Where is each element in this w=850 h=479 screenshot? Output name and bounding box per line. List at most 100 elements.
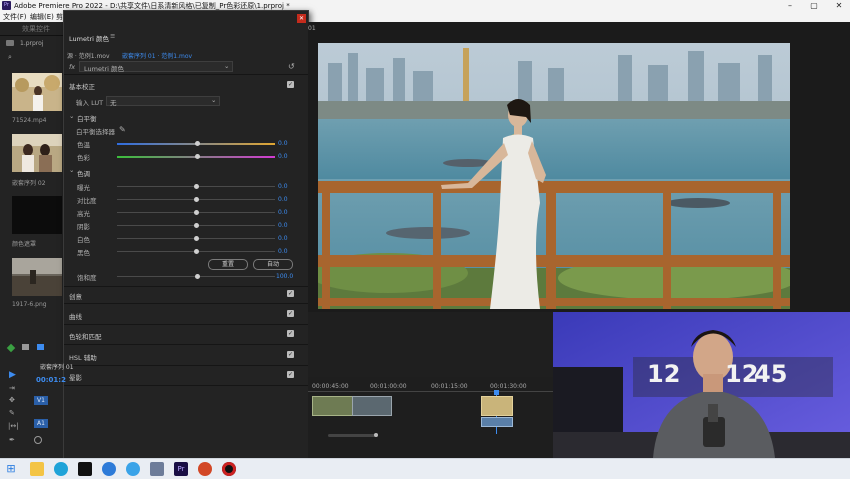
temperature-slider-handle[interactable] (195, 141, 200, 146)
clip-path[interactable]: 源 · 范例1.mov (67, 51, 110, 60)
auto-button[interactable]: 自动 (253, 259, 293, 270)
project-file-name[interactable]: 1.prproj (20, 40, 43, 47)
menu-edit[interactable]: 编辑(E) (30, 12, 54, 22)
timeline-timecode[interactable]: 00:01:2 (36, 376, 66, 384)
video-clip[interactable] (312, 396, 354, 416)
tone-slider-handle[interactable] (193, 197, 199, 202)
video-clip[interactable] (481, 396, 513, 416)
pencil-icon[interactable] (6, 343, 16, 353)
temperature-value[interactable]: 0.0 (278, 140, 288, 147)
maximize-button[interactable]: ▢ (801, 0, 827, 12)
slip-tool-icon[interactable]: |↔| (8, 422, 19, 430)
basic-correction-header[interactable]: 基本校正 (69, 81, 95, 91)
timeline-scrollbar[interactable] (328, 434, 378, 437)
divider (64, 286, 308, 287)
thumbnail-1917[interactable] (12, 258, 62, 296)
zoom-handle-icon[interactable] (34, 436, 42, 444)
tone-slider-handle[interactable] (193, 249, 199, 254)
panel-header[interactable]: 效果控件 (22, 24, 50, 34)
scrollbar-handle[interactable] (374, 433, 378, 437)
tone-slider-value[interactable]: 0.0 (278, 183, 288, 190)
tone-slider-value[interactable]: 0.0 (278, 248, 288, 255)
tone-slider-handle[interactable] (193, 223, 199, 228)
input-lut-value: 无 (110, 99, 117, 107)
video-frame[interactable] (318, 43, 790, 309)
tone-slider-value[interactable]: 0.0 (278, 209, 288, 216)
tone-slider-value[interactable]: 0.0 (278, 235, 288, 242)
thumbnail-nested-seq[interactable] (12, 134, 62, 172)
powerpoint-icon[interactable] (198, 462, 212, 476)
menu-clip[interactable]: 剪 (56, 12, 63, 22)
list-view-icon[interactable] (22, 344, 29, 350)
hsl-secondary-checkbox[interactable]: ✓ (287, 351, 294, 358)
track-select-icon[interactable]: ⇥ (9, 384, 15, 392)
webcam-overlay: 12 12 45 (553, 312, 850, 458)
folder-icon (6, 40, 14, 46)
effect-dropdown[interactable]: Lumetri 颜色 ⌄ (79, 61, 233, 73)
chevron-down-icon[interactable]: ⌄ (69, 112, 74, 120)
minimize-button[interactable]: – (777, 0, 803, 12)
vignette-checkbox[interactable]: ✓ (287, 371, 294, 378)
capcut-icon[interactable] (78, 462, 92, 476)
sequence-tab[interactable]: 嵌套序列 01 (40, 362, 74, 371)
curves-checkbox[interactable]: ✓ (287, 310, 294, 317)
sync-icon[interactable] (102, 462, 116, 476)
panel-menu-icon[interactable]: ≡ (110, 32, 115, 40)
fx-label[interactable]: fx (69, 63, 75, 71)
basic-correction-checkbox[interactable]: ✓ (287, 81, 294, 88)
ripple-edit-icon[interactable]: ✥ (9, 396, 15, 404)
file-explorer-icon[interactable] (30, 462, 44, 476)
chevron-down-icon[interactable]: ⌄ (69, 166, 74, 174)
input-lut-dropdown[interactable]: 无 ⌄ (106, 96, 220, 107)
audio-clip[interactable] (481, 417, 513, 427)
settings-icon[interactable] (126, 462, 140, 476)
tone-header[interactable]: 色调 (77, 168, 90, 178)
notepad-icon[interactable] (150, 462, 164, 476)
vignette-header[interactable]: 晕影 (69, 372, 82, 382)
color-wheels-checkbox[interactable]: ✓ (287, 330, 294, 337)
tint-slider-handle[interactable] (195, 154, 200, 159)
tone-slider-handle[interactable] (193, 184, 199, 189)
reset-effect-icon[interactable]: ↺ (288, 62, 295, 71)
track-a1-label[interactable]: A1 (34, 419, 48, 428)
panel-tab-title[interactable]: Lumetri 颜色 (69, 33, 109, 43)
saturation-value[interactable]: 100.0 (276, 273, 293, 280)
tone-slider-value[interactable]: 0.0 (278, 222, 288, 229)
tone-slider-label: 对比度 (77, 197, 97, 205)
sequence-path[interactable]: 嵌套序列 01 · 范例1.mov (122, 51, 192, 60)
saturation-slider-handle[interactable] (195, 274, 200, 279)
razor-tool-icon[interactable]: ✎ (9, 409, 15, 417)
creative-checkbox[interactable]: ✓ (287, 290, 294, 297)
pen-tool-icon[interactable]: ✒ (9, 436, 15, 444)
icon-view-icon[interactable] (37, 344, 44, 350)
tone-slider-handle[interactable] (193, 236, 199, 241)
reset-button[interactable]: 重置 (208, 259, 248, 270)
timeline-panel: 00:00:45:00 00:01:00:00 00:01:15:00 00:0… (308, 312, 553, 458)
track-v1-label[interactable]: V1 (34, 396, 48, 405)
selection-tool-icon[interactable]: ▶ (9, 370, 16, 380)
tint-value[interactable]: 0.0 (278, 153, 288, 160)
edge-browser-icon[interactable] (54, 462, 68, 476)
wall-clock-hours: 12 (647, 360, 681, 388)
creative-header[interactable]: 创意 (69, 291, 82, 301)
eyedropper-icon[interactable]: ✎ (119, 125, 126, 134)
saturation-label: 饱和度 (77, 274, 97, 282)
search-icon[interactable]: ⌕ (8, 53, 12, 62)
hsl-secondary-header[interactable]: HSL 辅助 (69, 352, 97, 362)
thumbnail-color-matte[interactable] (12, 196, 62, 234)
chevron-down-icon: ⌄ (224, 62, 230, 70)
thumbnail-71524[interactable] (12, 73, 62, 111)
close-window-button[interactable]: ✕ (826, 0, 850, 12)
color-wheels-header[interactable]: 色轮和匹配 (69, 331, 102, 341)
windows-start-icon[interactable]: ⊞ (4, 462, 18, 476)
white-balance-header[interactable]: 白平衡 (77, 113, 97, 123)
tone-slider-handle[interactable] (193, 210, 199, 215)
premiere-icon[interactable]: Pr (174, 462, 188, 476)
record-icon[interactable] (222, 462, 236, 476)
menu-file[interactable]: 文件(F) (3, 12, 27, 22)
video-clip[interactable] (352, 396, 392, 416)
curves-header[interactable]: 曲线 (69, 311, 82, 321)
tools-panel: ▶ ⇥ ✥ ✎ |↔| ✒ (0, 358, 30, 458)
tone-slider-value[interactable]: 0.0 (278, 196, 288, 203)
close-panel-button[interactable]: ✕ (297, 14, 306, 23)
